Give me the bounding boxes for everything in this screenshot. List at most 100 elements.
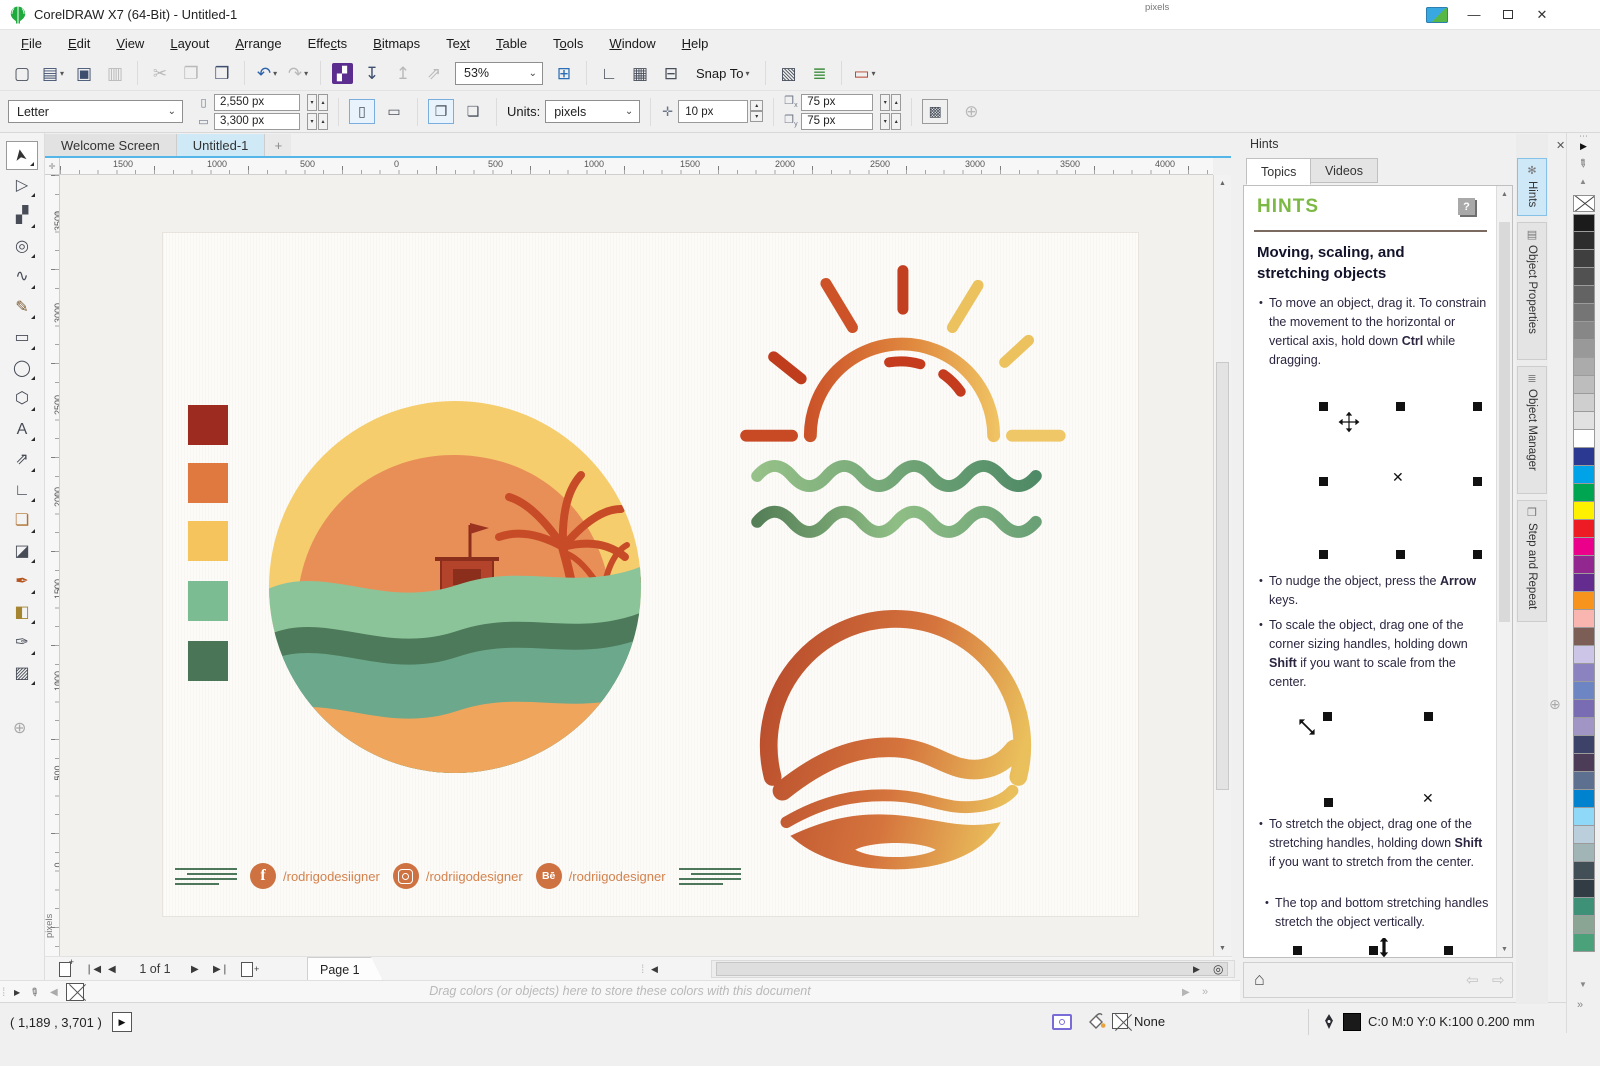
hints-scrollbar-thumb[interactable] <box>1499 222 1510 622</box>
new-document-button[interactable]: ▢ <box>8 60 36 86</box>
zoom-level-select[interactable]: 53%⌄ <box>455 62 543 85</box>
help-icon[interactable]: ? <box>1458 198 1475 215</box>
blend-tool[interactable]: ❏ <box>6 507 38 536</box>
hints-scroll-up-icon[interactable]: ▲ <box>1497 186 1512 202</box>
docker-tab-step-and-repeat[interactable]: ❒Step and Repeat <box>1517 500 1547 622</box>
palette-color[interactable] <box>1573 754 1595 772</box>
hints-close-icon[interactable]: ✕ <box>1556 139 1565 152</box>
show-guidelines-button[interactable]: ⊟ <box>657 60 685 86</box>
palette-color[interactable] <box>1573 502 1595 520</box>
dimension-tool[interactable]: ⇗ <box>6 446 38 475</box>
search-content-button[interactable]: ▞ <box>329 60 355 86</box>
portrait-button[interactable]: ▯ <box>349 99 375 124</box>
tab-topics[interactable]: Topics <box>1246 158 1311 185</box>
zoom-tool[interactable]: ◎ <box>6 232 38 261</box>
first-page-button[interactable]: ❘◀ <box>85 960 101 978</box>
palette-color[interactable] <box>1573 538 1595 556</box>
palette-color[interactable] <box>1573 214 1595 232</box>
drawing-canvas[interactable]: f/rodrigodesiigner/rodriigodesignerBē/ro… <box>60 175 1213 956</box>
palette-color[interactable] <box>1573 628 1595 646</box>
connector-tool[interactable]: ∟ <box>6 476 38 505</box>
hints-forward-icon[interactable]: ⇨ <box>1492 971 1505 989</box>
design-swatch[interactable] <box>188 405 228 445</box>
paste-button[interactable]: ❒ <box>208 60 236 86</box>
docker-tab-object-properties[interactable]: ▤Object Properties <box>1517 222 1547 360</box>
palette-color[interactable] <box>1573 574 1595 592</box>
options-button[interactable]: ▧ <box>774 60 802 86</box>
ellipse-tool[interactable]: ◯ <box>6 354 38 383</box>
palette-color[interactable] <box>1573 790 1595 808</box>
palette-color[interactable] <box>1573 556 1595 574</box>
fullscreen-preview-button[interactable]: ⊞ <box>550 60 578 86</box>
text-tool[interactable]: A <box>6 415 38 444</box>
vertical-scrollbar-thumb[interactable] <box>1216 362 1229 790</box>
menu-tools[interactable]: Tools <box>540 36 596 51</box>
add-page-after-button[interactable]: + <box>241 960 259 978</box>
palette-color[interactable] <box>1573 736 1595 754</box>
zoom-fit-icon[interactable]: ◎ <box>1213 960 1223 978</box>
palette-color[interactable] <box>1573 610 1595 628</box>
palette-color[interactable] <box>1573 484 1595 502</box>
palette-color[interactable] <box>1573 268 1595 286</box>
menu-view[interactable]: View <box>103 36 157 51</box>
hints-scroll-down-icon[interactable]: ▼ <box>1497 941 1512 957</box>
palette-scroll-down-icon[interactable]: ▼ <box>1579 980 1587 989</box>
last-page-button[interactable]: ▶❘ <box>213 960 229 978</box>
palette-scroll-up-icon[interactable]: ▲ <box>1579 177 1587 186</box>
scrollbar-splitter[interactable]: ⁞ <box>641 960 644 978</box>
new-document-tab-button[interactable]: + <box>265 134 291 157</box>
menu-table[interactable]: Table <box>483 36 540 51</box>
page-height-spinner[interactable]: ▾▴ <box>306 113 328 130</box>
palette-expand-icon[interactable]: » <box>1577 999 1583 1011</box>
palette-color[interactable] <box>1573 232 1595 250</box>
horizontal-scrollbar[interactable] <box>711 960 1235 978</box>
palette-color[interactable] <box>1573 772 1595 790</box>
palette-color[interactable] <box>1573 412 1595 430</box>
maximize-button[interactable] <box>1492 0 1524 29</box>
nudge-field[interactable]: 10 px <box>678 100 748 123</box>
color-eyedropper-tool[interactable]: ✒ <box>6 568 38 597</box>
menu-effects[interactable]: Effects <box>295 36 361 51</box>
minimize-button[interactable]: — <box>1458 0 1490 29</box>
palette-color[interactable] <box>1573 466 1595 484</box>
design-swatch[interactable] <box>188 521 228 561</box>
palette-color[interactable] <box>1573 322 1595 340</box>
document-page[interactable]: f/rodrigodesiigner/rodriigodesignerBē/ro… <box>163 233 1138 916</box>
duplicate-x-spinner[interactable]: ▾▴ <box>879 94 901 111</box>
docker-tab-object-manager[interactable]: ≣Object Manager <box>1517 366 1547 494</box>
tab-untitled-1[interactable]: Untitled-1 <box>177 134 266 157</box>
paper-type-select[interactable]: Letter⌄ <box>8 100 183 123</box>
docker-tab-hints[interactable]: ✻Hints <box>1517 158 1547 216</box>
ruler-origin-icon[interactable]: ✛ <box>45 158 60 175</box>
duplicate-x-field[interactable]: 75 px <box>801 94 873 111</box>
add-page-before-button[interactable] <box>59 960 71 978</box>
toolbox-customize-icon[interactable]: ⊕ <box>13 718 26 738</box>
vertical-ruler[interactable]: 3500300025002000150010005000 <box>45 175 60 956</box>
palette-color[interactable] <box>1573 682 1595 700</box>
previous-page-button[interactable]: ◀ <box>108 960 116 978</box>
menu-help[interactable]: Help <box>669 36 722 51</box>
close-button[interactable]: ✕ <box>1526 0 1558 29</box>
palette-color[interactable] <box>1573 916 1595 934</box>
polygon-tool[interactable]: ⬡ <box>6 385 38 414</box>
freehand-tool[interactable]: ∿ <box>6 263 38 292</box>
palette-color[interactable] <box>1573 664 1595 682</box>
docpalette-more-icon[interactable]: » <box>1202 983 1208 1001</box>
menu-edit[interactable]: Edit <box>55 36 103 51</box>
palette-eyedropper-icon[interactable]: ✎ <box>1575 156 1590 172</box>
vertical-scrollbar[interactable]: ▲ ▼ <box>1213 175 1231 956</box>
palette-color[interactable] <box>1573 520 1595 538</box>
nudge-spinner[interactable]: ▴▾ <box>750 100 763 123</box>
shape-tool[interactable]: ▷ <box>6 171 38 200</box>
smart-fill-tool[interactable]: ◧ <box>6 598 38 627</box>
palette-color[interactable] <box>1573 808 1595 826</box>
palette-color[interactable] <box>1573 340 1595 358</box>
menu-arrange[interactable]: Arrange <box>222 36 294 51</box>
sunset-waves-logo[interactable] <box>737 245 1067 548</box>
palette-no-color-swatch[interactable] <box>1573 195 1595 212</box>
duplicate-y-spinner[interactable]: ▾▴ <box>879 113 901 130</box>
palette-color[interactable] <box>1573 376 1595 394</box>
page-height-field[interactable]: 3,300 px <box>214 113 300 130</box>
palette-color[interactable] <box>1573 844 1595 862</box>
all-pages-button[interactable]: ❐ <box>428 99 454 124</box>
